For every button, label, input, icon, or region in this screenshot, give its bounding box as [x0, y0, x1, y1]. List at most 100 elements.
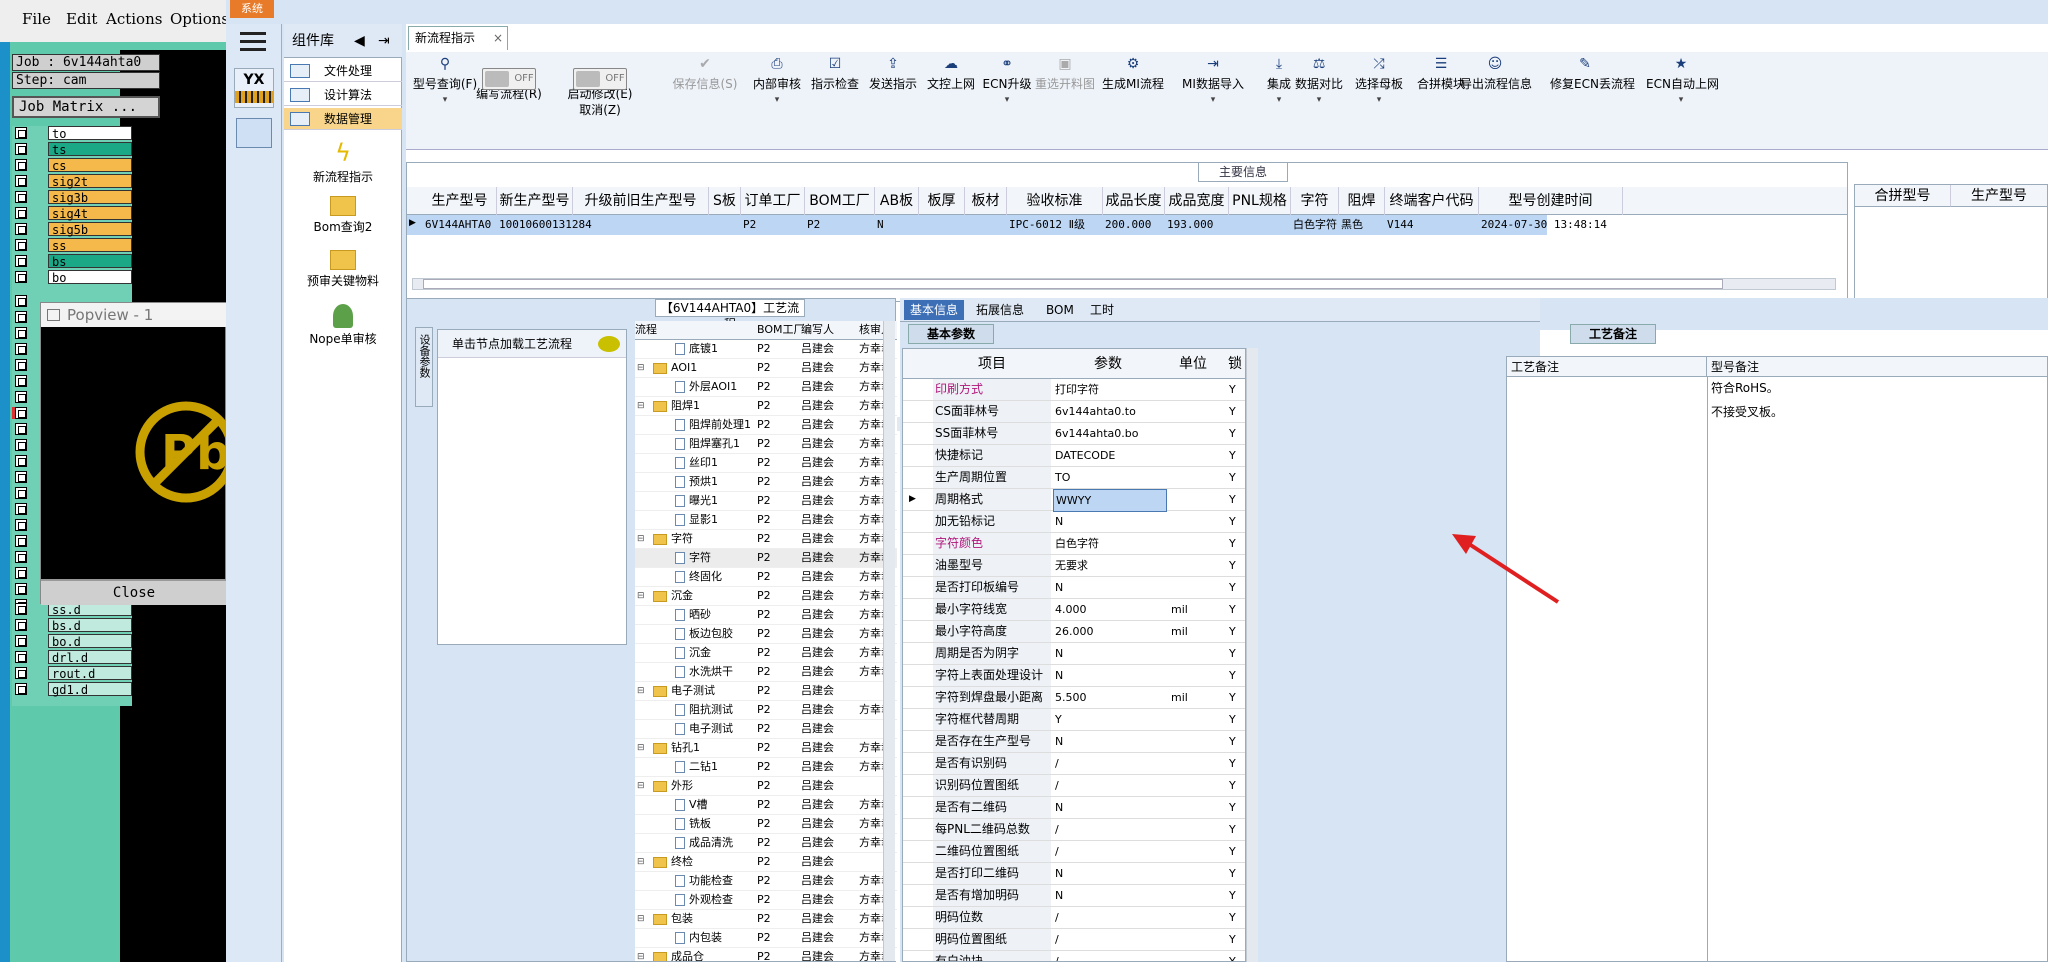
tree-row[interactable]: 终固化P2吕建会方幸幸已审核: [635, 568, 897, 587]
column-header[interactable]: 板材: [965, 187, 1007, 215]
layer-checkbox[interactable]: [15, 127, 27, 139]
nope-review[interactable]: Nope单审核: [284, 304, 402, 347]
layer-row[interactable]: sig4t: [12, 206, 132, 221]
param-value[interactable]: N: [1053, 665, 1167, 686]
param-row[interactable]: 有白油块 / Y: [903, 951, 1245, 961]
param-row[interactable]: 二维码位置图纸 / Y: [903, 841, 1245, 863]
toolbar-button-11[interactable]: ⇥ MI数据导入 ▾: [1178, 56, 1248, 108]
tree-row[interactable]: ⊟AOI1P2吕建会方幸幸已审核: [635, 359, 897, 378]
system-tab[interactable]: 系统: [230, 0, 274, 18]
param-value[interactable]: N: [1053, 643, 1167, 664]
param-value[interactable]: /: [1053, 775, 1167, 796]
layer-checkbox[interactable]: [15, 455, 27, 467]
calculator-icon[interactable]: [236, 118, 272, 148]
tree-row[interactable]: 底镀1P2吕建会方幸幸已审核: [635, 340, 897, 359]
collapse-toggle-icon[interactable]: ⊟: [637, 910, 645, 928]
hamburger-icon[interactable]: [240, 32, 266, 51]
tab-extended-info[interactable]: 拓展信息: [970, 300, 1030, 320]
layer-row[interactable]: drl.d: [12, 650, 132, 665]
tab-process-notes[interactable]: 工艺备注: [1570, 324, 1656, 344]
collapse-toggle-icon[interactable]: ⊟: [637, 777, 645, 795]
layer-row[interactable]: to: [12, 126, 132, 141]
column-header[interactable]: 验收标准: [1007, 187, 1103, 215]
param-value[interactable]: /: [1053, 907, 1167, 928]
tab-bom[interactable]: BOM: [1040, 300, 1080, 320]
layer-row[interactable]: ts: [12, 142, 132, 157]
layer-checkbox[interactable]: [15, 375, 27, 387]
menu-edit[interactable]: Edit: [66, 10, 97, 28]
collapse-toggle-icon[interactable]: ⊟: [637, 739, 645, 757]
toolbar-button-14[interactable]: ⤮ 选择母板 ▾: [1344, 56, 1414, 108]
param-value[interactable]: TO: [1053, 467, 1167, 488]
param-value[interactable]: /: [1053, 841, 1167, 862]
layer-checkbox[interactable]: [15, 487, 27, 499]
column-header[interactable]: 订单工厂: [741, 187, 805, 215]
vertical-scrollbar[interactable]: [883, 321, 895, 961]
column-header[interactable]: 新生产型号: [497, 187, 573, 215]
tree-row[interactable]: ⊟成品仓P2吕建会方幸幸已审核: [635, 948, 897, 961]
param-row[interactable]: 是否有增加明码 N Y: [903, 885, 1245, 907]
tab-basic-info[interactable]: 基本信息: [904, 300, 965, 320]
dropdown-arrow-icon[interactable]: ▾: [1344, 92, 1414, 108]
layer-row[interactable]: bo: [12, 270, 132, 285]
layer-row[interactable]: sig3b: [12, 190, 132, 205]
layer-checkbox[interactable]: [15, 667, 27, 679]
layer-checkbox[interactable]: [15, 583, 27, 595]
tree-row[interactable]: 电子测试P2吕建会已编写: [635, 720, 897, 739]
layer-checkbox[interactable]: [15, 159, 27, 171]
layer-checkbox[interactable]: [15, 343, 27, 355]
layer-checkbox[interactable]: [15, 327, 27, 339]
menu-options[interactable]: Options: [170, 10, 226, 28]
tree-row[interactable]: 沉金P2吕建会方幸幸已审核: [635, 644, 897, 663]
layer-checkbox[interactable]: [15, 207, 27, 219]
column-header[interactable]: 升级前旧生产型号: [573, 187, 709, 215]
column-header[interactable]: 成品长度: [1103, 187, 1165, 215]
param-row[interactable]: 字符颜色 白色字符 Y: [903, 533, 1245, 555]
tree-row[interactable]: 阻焊塞孔1P2吕建会方幸幸已审核: [635, 435, 897, 454]
collapse-toggle-icon[interactable]: ⊟: [637, 682, 645, 700]
tree-row[interactable]: V槽P2吕建会方幸幸已审核: [635, 796, 897, 815]
layer-row[interactable]: cs: [12, 158, 132, 173]
param-value[interactable]: N: [1053, 885, 1167, 906]
layer-checkbox[interactable]: [15, 191, 27, 203]
column-header[interactable]: BOM工厂: [805, 187, 875, 215]
layer-checkbox[interactable]: [15, 143, 27, 155]
param-value[interactable]: 5.500: [1053, 687, 1167, 708]
column-header[interactable]: 项目: [933, 349, 1051, 379]
column-header[interactable]: PNL规格: [1229, 187, 1291, 215]
toggle-switch[interactable]: OFF: [573, 68, 627, 90]
column-header[interactable]: 单位: [1165, 349, 1221, 379]
column-header[interactable]: 合拼型号: [1855, 185, 1951, 207]
param-row[interactable]: ▶ 周期格式 WWYY Y: [903, 489, 1245, 512]
tree-row[interactable]: 二钻1P2吕建会方幸幸已审核: [635, 758, 897, 777]
toolbar-button-3[interactable]: ✔ 保存信息(S): [670, 56, 740, 92]
param-row[interactable]: 字符到焊盘最小距离 5.500 mil Y: [903, 687, 1245, 709]
column-header[interactable]: 型号创建时间: [1479, 187, 1623, 215]
param-value[interactable]: N: [1053, 797, 1167, 818]
column-header[interactable]: BOM工厂: [757, 321, 807, 339]
param-row[interactable]: 识别码位置图纸 / Y: [903, 775, 1245, 797]
param-value[interactable]: /: [1053, 753, 1167, 774]
column-header[interactable]: 工艺备注: [1507, 357, 1707, 377]
toolbar-button-16[interactable]: ☺ 导出流程信息: [1460, 56, 1532, 92]
param-row[interactable]: CS面菲林号 6v144ahta0.to Y: [903, 401, 1245, 423]
tree-row[interactable]: 铣板P2吕建会方幸幸已审核: [635, 815, 897, 834]
toolbar-button-1[interactable]: OFF 编写流程(R): [474, 56, 544, 102]
layer-checkbox[interactable]: [15, 391, 27, 403]
param-row[interactable]: SS面菲林号 6v144ahta0.bo Y: [903, 423, 1245, 445]
param-value[interactable]: 打印字符: [1053, 379, 1167, 400]
toolbar-button-10[interactable]: ⚙ 生成MI流程: [1098, 56, 1168, 92]
param-value[interactable]: Y: [1053, 709, 1167, 730]
job-matrix-button[interactable]: Job Matrix ...: [12, 96, 160, 118]
param-value[interactable]: WWYY: [1053, 489, 1167, 512]
tab-basic-params[interactable]: 基本参数: [908, 324, 994, 344]
param-value[interactable]: N: [1053, 731, 1167, 752]
close-icon[interactable]: ×: [493, 27, 503, 49]
tree-row[interactable]: ⊟包装P2吕建会方幸幸已审核: [635, 910, 897, 929]
dropdown-arrow-icon[interactable]: ▾: [742, 92, 812, 108]
menu-file[interactable]: File: [22, 10, 51, 28]
collapse-arrow-icon[interactable]: ◀: [354, 24, 365, 58]
dropdown-arrow-icon[interactable]: ▾: [1646, 92, 1716, 108]
column-header[interactable]: 阻焊: [1339, 187, 1385, 215]
tree-row[interactable]: ⊟钻孔1P2吕建会方幸幸已审核: [635, 739, 897, 758]
